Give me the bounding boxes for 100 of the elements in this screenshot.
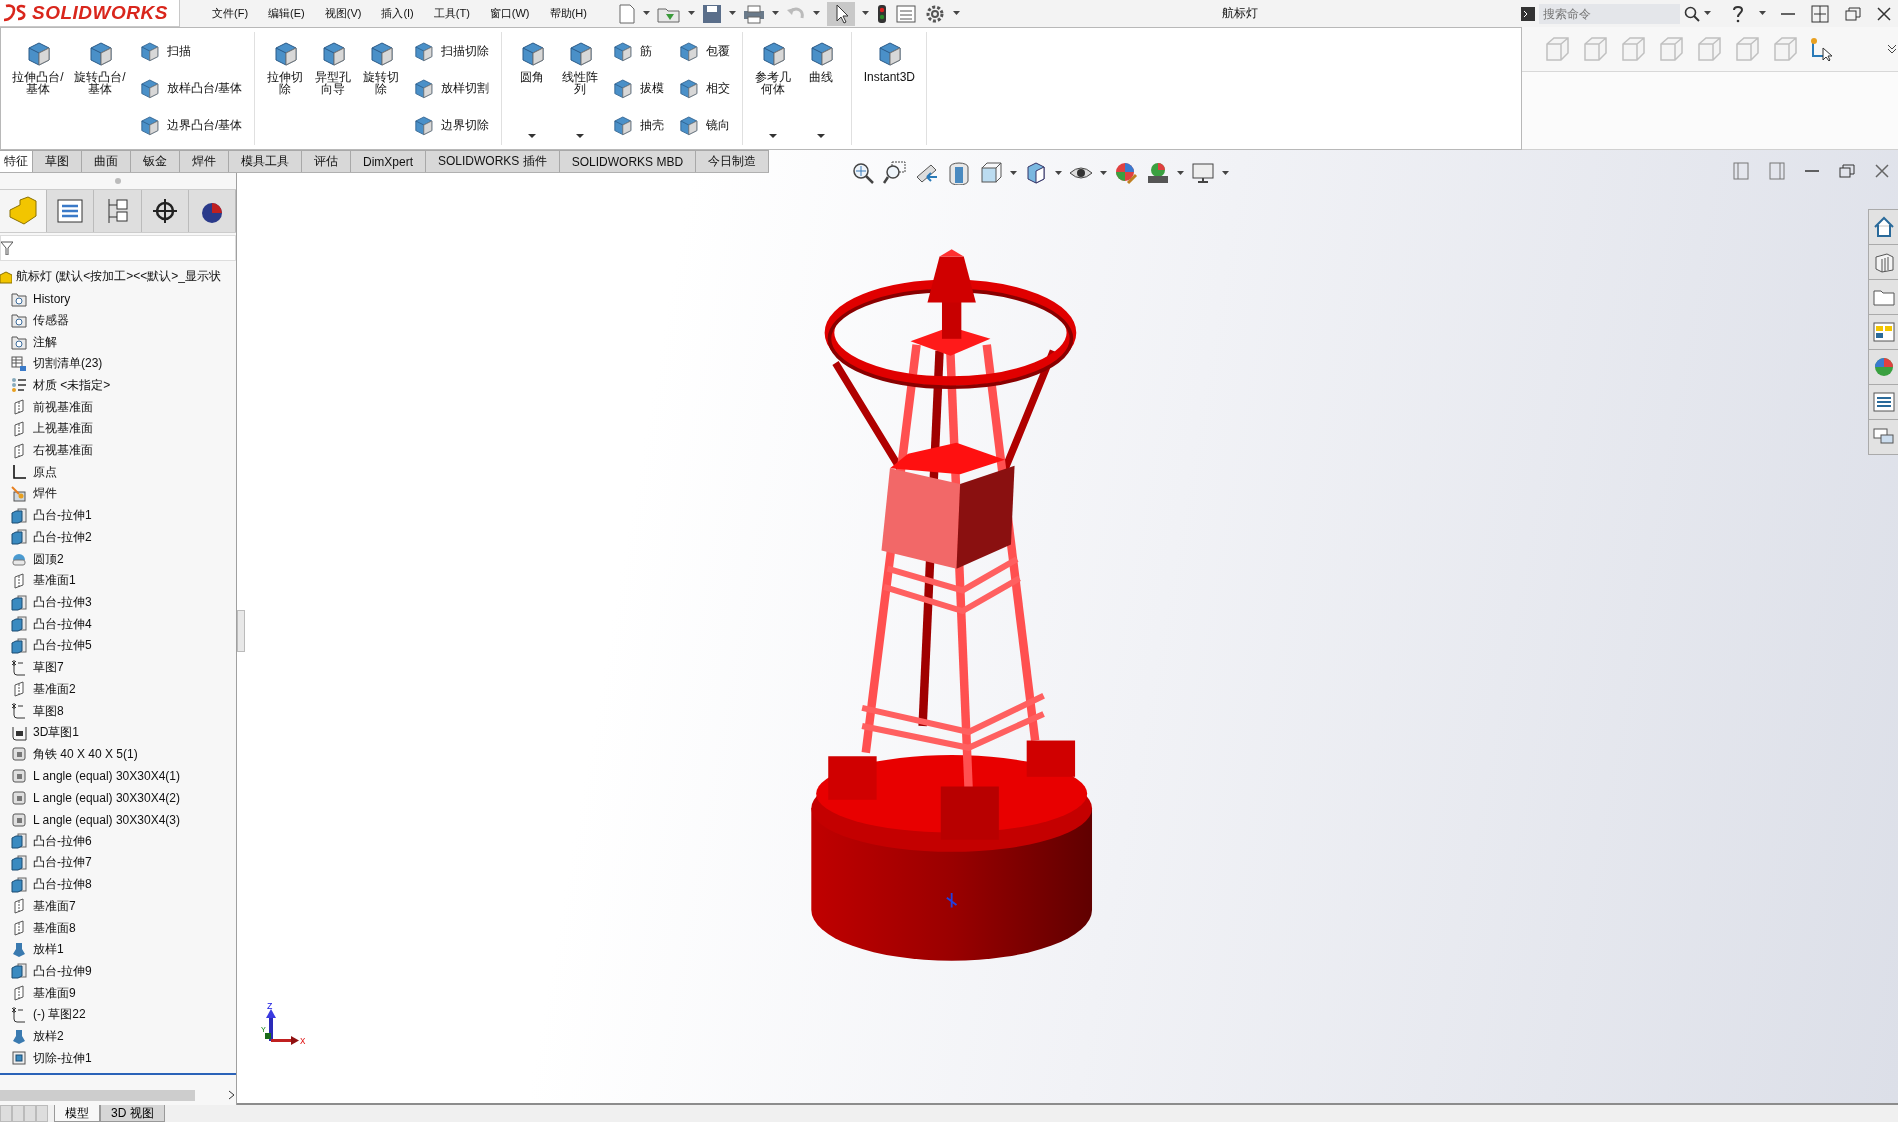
ribbon-button[interactable]: 曲线 xyxy=(799,32,844,142)
expand-button[interactable] xyxy=(1886,43,1898,55)
ribbon-button[interactable]: Instant3D xyxy=(860,32,919,142)
feature-tree-root[interactable]: 航标灯 (默认<按加工><<默认>_显示状 xyxy=(16,268,222,286)
tile-right-button[interactable] xyxy=(1768,161,1786,181)
menu-item[interactable]: 编辑(E) xyxy=(268,6,305,21)
restore-button[interactable] xyxy=(1838,163,1856,179)
ribbon-button[interactable]: 旋转凸台/基体 xyxy=(71,32,129,142)
ribbon-button[interactable]: 拉伸凸台/基体 xyxy=(9,32,67,142)
model-tab[interactable]: 模型 xyxy=(54,1105,100,1122)
menu-item[interactable]: 工具(T) xyxy=(433,6,470,21)
edit-appearance-button[interactable] xyxy=(1113,160,1139,186)
splitter-handle[interactable] xyxy=(115,177,121,184)
command-tab[interactable]: DimXpert xyxy=(350,150,426,172)
ribbon-button[interactable]: 扫描 xyxy=(133,36,247,66)
feature-tree-item[interactable]: 凸台-拉伸6 xyxy=(33,832,92,850)
feature-tree-item[interactable]: 圆顶2 xyxy=(33,550,64,568)
display-manager-tab[interactable] xyxy=(188,190,236,232)
menu-item[interactable]: 插入(I) xyxy=(381,6,414,21)
scrollbar-thumb[interactable] xyxy=(0,1089,195,1101)
new-button[interactable] xyxy=(616,2,637,25)
feature-tree-item[interactable]: 凸台-拉伸7 xyxy=(33,854,92,872)
feature-tree-item[interactable]: 上视基准面 xyxy=(33,420,93,438)
feature-tree-item[interactable]: 切割清单(23) xyxy=(33,355,103,373)
menu-item[interactable]: 文件(F) xyxy=(212,6,249,21)
feature-tree-item[interactable]: 基准面8 xyxy=(33,919,76,937)
ribbon-button[interactable]: 圆角 xyxy=(510,32,555,142)
command-tab[interactable]: 特征 xyxy=(0,150,33,172)
feature-tree-item[interactable]: 凸台-拉伸8 xyxy=(33,876,92,894)
feature-tree-item[interactable]: 原点 xyxy=(33,463,57,481)
select-button[interactable] xyxy=(825,0,856,27)
command-tab[interactable]: SOLIDWORKS 插件 xyxy=(425,150,560,172)
feature-tree-item[interactable]: 切除-拉伸1 xyxy=(33,1049,92,1067)
property-manager-tab[interactable] xyxy=(47,190,95,232)
task-pane-tab[interactable] xyxy=(1868,314,1898,350)
file-properties-button[interactable] xyxy=(894,2,917,25)
command-tab[interactable]: 今日制造 xyxy=(695,150,770,172)
menu-item[interactable]: 帮助(H) xyxy=(549,6,587,21)
task-pane-tab[interactable] xyxy=(1868,419,1898,455)
help-button[interactable] xyxy=(1731,3,1745,24)
minimize-button[interactable] xyxy=(1804,169,1820,173)
fit-button[interactable] xyxy=(1810,3,1830,24)
ribbon-button[interactable]: 放样切割 xyxy=(407,73,494,103)
feature-tree-item[interactable]: L angle (equal) 30X30X4(2) xyxy=(33,790,180,805)
display-settings-button[interactable] xyxy=(1190,160,1216,186)
task-pane-tab[interactable] xyxy=(1868,209,1898,245)
search-field[interactable]: 搜索命令 xyxy=(1539,3,1680,24)
print-button[interactable] xyxy=(741,2,766,25)
feature-tree-item[interactable]: 3D草图1 xyxy=(33,724,79,742)
menu-item[interactable]: 视图(V) xyxy=(324,6,362,21)
feature-tree-item[interactable]: 前视基准面 xyxy=(33,398,93,416)
ribbon-button[interactable]: 线性阵列 xyxy=(558,32,603,142)
feature-tree-item[interactable]: 右视基准面 xyxy=(33,442,93,460)
feature-tree-item[interactable]: 角铁 40 X 40 X 5(1) xyxy=(33,745,138,763)
command-tab[interactable]: 评估 xyxy=(301,150,351,172)
ribbon-button[interactable]: 筋 xyxy=(606,36,669,66)
feature-tree-item[interactable]: 基准面2 xyxy=(33,680,76,698)
feature-tree-item[interactable]: 注解 xyxy=(33,333,57,351)
view-orientation-button[interactable] xyxy=(978,160,1004,186)
zoom-to-fit-button[interactable] xyxy=(850,160,876,186)
tile-left-button[interactable] xyxy=(1732,161,1750,181)
ribbon-button[interactable]: 异型孔向导 xyxy=(311,32,356,142)
feature-tree-item[interactable]: 材质 <未指定> xyxy=(33,376,111,394)
ribbon-button[interactable]: 边界切除 xyxy=(407,110,494,140)
task-pane-tab[interactable] xyxy=(1868,349,1898,385)
zoom-area-button[interactable] xyxy=(882,160,908,186)
feature-manager-tab[interactable] xyxy=(0,190,48,232)
feature-tree-item[interactable]: 草图8 xyxy=(33,702,64,720)
feature-tree-item[interactable]: 焊件 xyxy=(33,485,57,503)
feature-tree-item[interactable]: 放样1 xyxy=(33,941,64,959)
section-view-button[interactable] xyxy=(946,160,972,186)
ribbon-button[interactable]: 包覆 xyxy=(672,36,735,66)
menu-item[interactable]: 窗口(W) xyxy=(489,6,530,21)
feature-tree-item[interactable]: (-) 草图22 xyxy=(33,1006,86,1024)
feature-tree-item[interactable]: L angle (equal) 30X30X4(1) xyxy=(33,769,180,784)
feature-tree-item[interactable]: 草图7 xyxy=(33,659,64,677)
command-tab[interactable]: SOLIDWORKS MBD xyxy=(558,150,697,172)
feature-tree-item[interactable]: 凸台-拉伸9 xyxy=(33,962,92,980)
ribbon-button[interactable]: 放样凸台/基体 xyxy=(133,73,247,103)
task-pane-tab[interactable] xyxy=(1868,279,1898,315)
save-button[interactable] xyxy=(700,2,723,25)
command-tab[interactable]: 焊件 xyxy=(179,150,229,172)
command-tab[interactable]: 曲面 xyxy=(81,150,131,172)
feature-tree-item[interactable]: 凸台-拉伸1 xyxy=(33,507,92,525)
command-tab[interactable]: 钣金 xyxy=(130,150,180,172)
feature-tree-item[interactable]: 基准面1 xyxy=(33,572,76,590)
ribbon-button[interactable]: 抽壳 xyxy=(606,110,669,140)
model-tab[interactable]: 3D 视图 xyxy=(100,1105,165,1122)
feature-tree-item[interactable]: 凸台-拉伸3 xyxy=(33,594,92,611)
filter-field[interactable] xyxy=(0,235,236,261)
feature-tree-item[interactable]: 凸台-拉伸2 xyxy=(33,528,92,546)
feature-tree-item[interactable]: 传感器 xyxy=(33,311,69,329)
feature-tree-item[interactable]: 凸台-拉伸4 xyxy=(33,615,92,633)
panel-collapse-handle[interactable] xyxy=(237,610,245,652)
ribbon-button[interactable]: 相交 xyxy=(672,73,735,103)
ribbon-button[interactable]: 扫描切除 xyxy=(407,36,494,66)
command-tab[interactable]: 草图 xyxy=(32,150,82,172)
ribbon-button[interactable]: 拉伸切除 xyxy=(263,32,308,142)
feature-tree-item[interactable]: 基准面7 xyxy=(33,897,76,915)
restore-button[interactable] xyxy=(1844,5,1862,22)
